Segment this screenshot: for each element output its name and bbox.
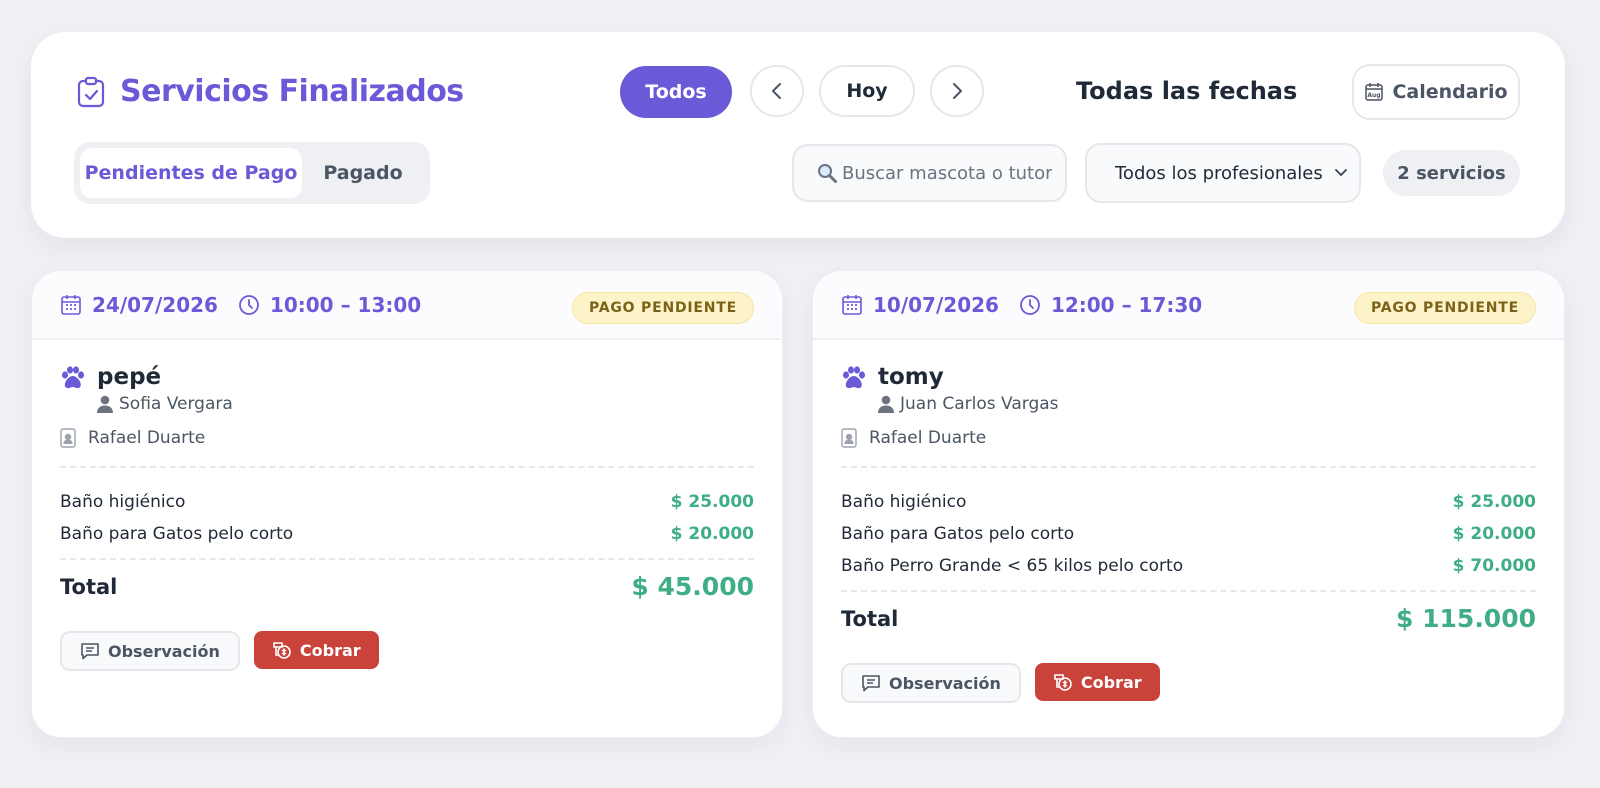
previous-date-button[interactable] xyxy=(750,65,804,117)
charge-button[interactable]: Cobrar xyxy=(253,631,379,669)
clock-icon xyxy=(1020,294,1040,315)
calendar-icon xyxy=(61,294,81,315)
card-actions: Observación Cobrar xyxy=(60,631,754,671)
observation-button-label: Observación xyxy=(108,641,220,661)
tutor-name: Sofia Vergara xyxy=(119,394,233,414)
service-item-name: Baño Perro Grande < 65 kilos pelo corto xyxy=(841,556,1184,576)
service-items-list: Baño higiénico $ 25.000 Baño para Gatos … xyxy=(841,486,1536,582)
service-items-list: Baño higiénico $ 25.000 Baño para Gatos … xyxy=(60,486,754,550)
service-item-name: Baño para Gatos pelo corto xyxy=(60,524,294,544)
service-card: 24/07/2026 10:00 – 13:00 PAGO PENDIENTE … xyxy=(31,270,783,738)
chevron-right-icon xyxy=(953,83,962,99)
total-label: Total xyxy=(60,574,118,599)
payment-status-tabs: Pendientes de Pago Pagado xyxy=(74,142,430,204)
clock-icon xyxy=(239,294,259,315)
service-date-text: 10/07/2026 xyxy=(873,292,999,317)
divider xyxy=(60,466,754,468)
charge-button[interactable]: Cobrar xyxy=(1034,663,1160,701)
cash-register-icon xyxy=(273,642,291,659)
service-item-name: Baño higiénico xyxy=(841,492,967,512)
service-item-name: Baño higiénico xyxy=(60,492,186,512)
calendar-icon xyxy=(842,294,862,315)
service-item-price: $ 20.000 xyxy=(1452,524,1536,544)
total-row: Total $ 45.000 xyxy=(60,572,754,601)
service-time-text: 12:00 – 17:30 xyxy=(1050,292,1203,317)
service-item-price: $ 25.000 xyxy=(1452,492,1536,512)
divider xyxy=(841,590,1536,592)
page-title-group: Servicios Finalizados xyxy=(76,74,464,109)
next-date-button[interactable] xyxy=(930,65,984,117)
id-badge-icon xyxy=(841,428,857,448)
total-label: Total xyxy=(841,606,899,631)
filter-all-button[interactable]: Todos xyxy=(620,66,732,118)
total-value: $ 45.000 xyxy=(631,572,754,601)
observation-button-label: Observación xyxy=(889,673,1001,693)
service-item-price: $ 25.000 xyxy=(670,492,754,512)
status-badge: PAGO PENDIENTE xyxy=(571,292,754,324)
service-time: 10:00 – 13:00 xyxy=(238,293,421,317)
calendar-icon: Aug xyxy=(1365,83,1384,101)
service-item-name: Baño para Gatos pelo corto xyxy=(841,524,1075,544)
service-date: 10/07/2026 xyxy=(841,293,999,317)
service-item-price: $ 20.000 xyxy=(670,524,754,544)
search-box xyxy=(792,144,1067,202)
id-badge-icon xyxy=(60,428,76,448)
service-count-badge: 2 servicios xyxy=(1383,150,1520,196)
calendar-button[interactable]: Aug Calendario xyxy=(1352,64,1520,120)
service-date: 24/07/2026 xyxy=(60,293,218,317)
chevron-left-icon xyxy=(772,83,781,99)
page-title: Servicios Finalizados xyxy=(120,74,464,109)
tutor-name: Juan Carlos Vargas xyxy=(900,394,1059,414)
service-date-text: 24/07/2026 xyxy=(92,292,218,317)
charge-button-label: Cobrar xyxy=(1080,672,1142,692)
service-card: 10/07/2026 12:00 – 17:30 PAGO PENDIENTE … xyxy=(812,270,1565,738)
today-button[interactable]: Hoy xyxy=(819,65,915,117)
paw-icon xyxy=(843,365,865,388)
search-input[interactable] xyxy=(842,162,1052,184)
calendar-icon-text: Aug xyxy=(1368,92,1381,99)
card-actions: Observación Cobrar xyxy=(841,663,1536,703)
tab-paid[interactable]: Pagado xyxy=(302,148,424,198)
service-item: Baño higiénico $ 25.000 xyxy=(60,486,754,518)
comment-icon xyxy=(862,675,880,692)
service-time: 12:00 – 17:30 xyxy=(1019,293,1202,317)
user-icon xyxy=(878,395,894,413)
divider xyxy=(841,466,1536,468)
user-icon xyxy=(97,395,113,413)
observation-button[interactable]: Observación xyxy=(60,631,240,671)
calendar-button-label: Calendario xyxy=(1392,81,1508,103)
charge-button-label: Cobrar xyxy=(299,640,361,660)
paw-icon xyxy=(62,365,84,388)
total-row: Total $ 115.000 xyxy=(841,604,1536,633)
clipboard-check-icon xyxy=(76,76,106,108)
professional-select[interactable]: Todos los profesionales xyxy=(1085,143,1361,203)
professional-name: Rafael Duarte xyxy=(88,428,206,448)
pet-name: pepé xyxy=(97,364,162,390)
service-item-price: $ 70.000 xyxy=(1452,556,1536,576)
search-icon xyxy=(818,164,837,183)
service-item: Baño para Gatos pelo corto $ 20.000 xyxy=(60,518,754,550)
status-badge: PAGO PENDIENTE xyxy=(1353,292,1536,324)
divider xyxy=(60,558,754,560)
service-card-header: 10/07/2026 12:00 – 17:30 PAGO PENDIENTE xyxy=(813,271,1564,340)
professional-select-value: Todos los profesionales xyxy=(1115,162,1323,184)
service-card-header: 24/07/2026 10:00 – 13:00 PAGO PENDIENTE xyxy=(32,271,782,340)
chevron-down-icon xyxy=(1335,169,1347,177)
cash-register-icon xyxy=(1054,674,1072,691)
professional-name: Rafael Duarte xyxy=(869,428,987,448)
service-item: Baño Perro Grande < 65 kilos pelo corto … xyxy=(841,550,1536,582)
comment-icon xyxy=(81,643,99,660)
service-item: Baño para Gatos pelo corto $ 20.000 xyxy=(841,518,1536,550)
header-panel: Servicios Finalizados Todos Hoy Todas la… xyxy=(31,32,1565,238)
date-range-label: Todas las fechas xyxy=(1076,77,1298,105)
observation-button[interactable]: Observación xyxy=(841,663,1021,703)
total-value: $ 115.000 xyxy=(1396,604,1536,633)
tab-pending-payment[interactable]: Pendientes de Pago xyxy=(80,148,302,198)
service-time-text: 10:00 – 13:00 xyxy=(269,292,422,317)
service-item: Baño higiénico $ 25.000 xyxy=(841,486,1536,518)
pet-name: tomy xyxy=(878,364,944,390)
